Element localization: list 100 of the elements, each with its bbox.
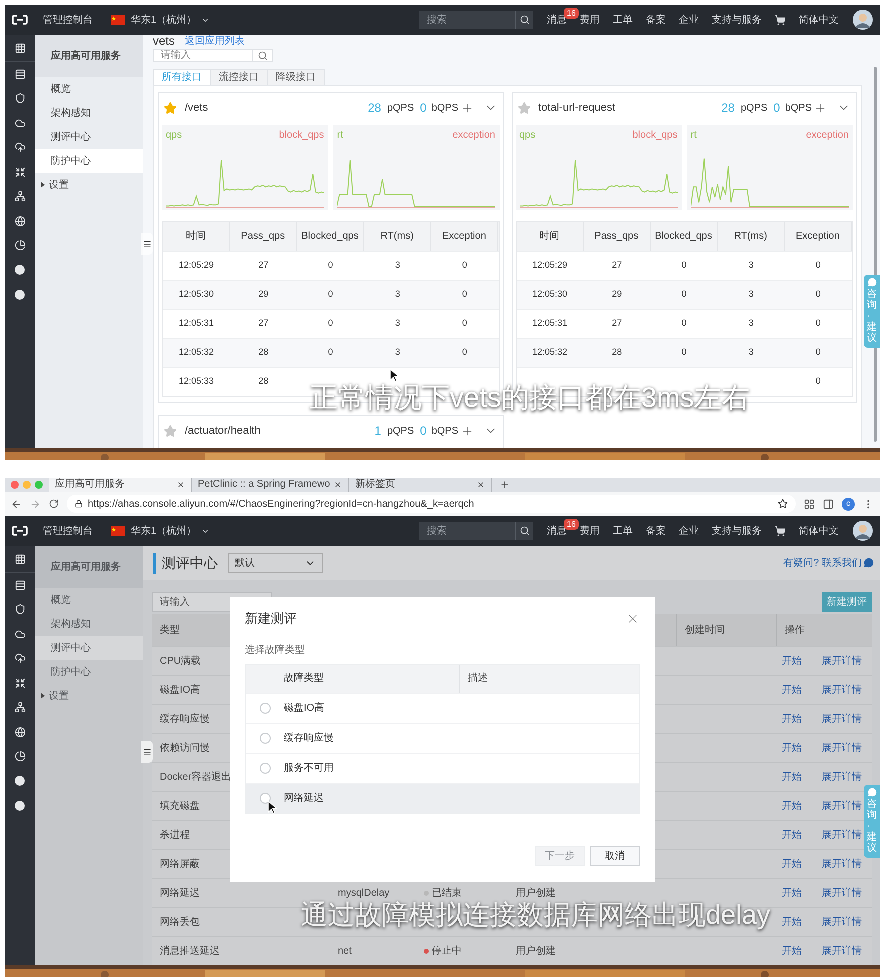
grid-icon[interactable] bbox=[14, 554, 26, 564]
plus-icon[interactable] bbox=[460, 102, 474, 114]
new-tab-icon[interactable] bbox=[500, 480, 510, 490]
action-link[interactable]: 开始 bbox=[782, 944, 802, 958]
action-link[interactable]: 展开详情 bbox=[822, 914, 862, 930]
search-button[interactable] bbox=[515, 522, 533, 540]
network-icon[interactable] bbox=[14, 702, 26, 714]
close-icon[interactable] bbox=[477, 481, 486, 489]
action-link[interactable]: 开始 bbox=[782, 740, 802, 756]
nav-link[interactable]: 费用 bbox=[580, 14, 600, 26]
action-link[interactable]: 开始 bbox=[782, 886, 802, 900]
nav-link[interactable]: 支持与服务 bbox=[712, 526, 762, 536]
console-link[interactable]: 管理控制台 bbox=[43, 12, 93, 28]
reload-icon[interactable] bbox=[49, 499, 59, 509]
nav-link[interactable]: 消息 bbox=[547, 526, 567, 536]
action-link[interactable]: 展开详情 bbox=[822, 770, 862, 784]
plus-icon[interactable] bbox=[460, 424, 474, 438]
nav-link[interactable]: 备案 bbox=[646, 526, 666, 536]
shield-icon[interactable] bbox=[14, 93, 26, 104]
star-icon[interactable] bbox=[164, 424, 177, 438]
sidebar-toggle[interactable] bbox=[141, 233, 153, 255]
nav-link[interactable]: 企业 bbox=[679, 14, 699, 26]
reader-icon[interactable] bbox=[823, 498, 834, 510]
cart-icon[interactable] bbox=[775, 14, 786, 26]
browser-tab[interactable]: 应用高可用服务 bbox=[49, 478, 192, 492]
cloud-icon[interactable] bbox=[14, 118, 26, 129]
action-link[interactable]: 开始 bbox=[782, 828, 802, 842]
extension-icon[interactable] bbox=[804, 498, 815, 510]
action-link[interactable]: 展开详情 bbox=[822, 740, 862, 756]
action-link[interactable]: 开始 bbox=[782, 712, 802, 726]
back-icon[interactable] bbox=[11, 498, 22, 510]
sidebar-item[interactable]: 测评中心 bbox=[35, 636, 143, 660]
search-field[interactable]: 请输入 bbox=[153, 49, 253, 62]
radio-button[interactable] bbox=[260, 732, 270, 744]
sidebar-toggle[interactable] bbox=[141, 741, 153, 763]
sidebar-item[interactable]: 防护中心 bbox=[35, 660, 143, 684]
nav-link[interactable]: 工单 bbox=[613, 526, 633, 536]
nav-link[interactable]: 工单 bbox=[613, 14, 633, 26]
nav-link[interactable]: 消息 bbox=[547, 14, 567, 26]
avatar-icon[interactable] bbox=[853, 521, 873, 541]
action-link[interactable]: 开始 bbox=[782, 682, 802, 698]
tab[interactable]: 流控接口 bbox=[210, 69, 268, 86]
close-icon[interactable] bbox=[177, 481, 185, 489]
region-selector[interactable]: 华东1（杭州） bbox=[131, 12, 210, 28]
language-link[interactable]: 简体中文 bbox=[799, 524, 839, 538]
action-link[interactable]: 展开详情 bbox=[822, 712, 862, 726]
network-icon[interactable] bbox=[14, 191, 26, 202]
pie-chart-icon[interactable] bbox=[14, 751, 26, 762]
action-link[interactable]: 展开详情 bbox=[822, 886, 862, 900]
option-row[interactable]: 网络延迟 bbox=[246, 782, 639, 812]
cloud-upload-icon[interactable] bbox=[14, 653, 26, 664]
action-link[interactable]: 展开详情 bbox=[822, 682, 862, 698]
star-icon[interactable] bbox=[164, 102, 177, 114]
shield-icon[interactable] bbox=[14, 604, 26, 616]
scope-select[interactable]: 默认 bbox=[228, 553, 323, 573]
bookmark-icon[interactable] bbox=[778, 499, 788, 509]
pie-chart-icon[interactable] bbox=[14, 240, 26, 252]
search-field[interactable]: 搜索 bbox=[419, 11, 515, 29]
shrink-icon[interactable] bbox=[14, 678, 26, 689]
plus-icon[interactable] bbox=[814, 102, 827, 114]
action-link[interactable]: 开始 bbox=[782, 856, 802, 872]
search-button[interactable] bbox=[515, 11, 533, 29]
language-link[interactable]: 简体中文 bbox=[799, 12, 839, 28]
globe-icon[interactable] bbox=[14, 726, 26, 738]
globe-icon[interactable] bbox=[14, 216, 26, 227]
action-link[interactable]: 开始 bbox=[782, 770, 802, 784]
radio-button[interactable] bbox=[260, 792, 270, 804]
action-link[interactable]: 展开详情 bbox=[822, 856, 862, 872]
cloud-upload-icon[interactable] bbox=[14, 142, 26, 154]
sidebar-item[interactable]: 概览 bbox=[35, 588, 143, 612]
region-selector[interactable]: 华东1（杭州） bbox=[131, 524, 210, 538]
profile-button[interactable]: c bbox=[842, 498, 855, 510]
dialog-button[interactable]: 取消 bbox=[590, 846, 640, 866]
help-link[interactable]: 有疑问? 联系我们 bbox=[784, 556, 862, 570]
avatar-icon[interactable] bbox=[853, 10, 873, 30]
chat-icon[interactable] bbox=[864, 558, 874, 568]
action-link[interactable]: 展开详情 bbox=[822, 798, 862, 814]
sidebar-item[interactable]: 架构感知 bbox=[35, 101, 143, 125]
sidebar-item[interactable]: 设置 bbox=[35, 684, 143, 708]
logo-icon[interactable] bbox=[12, 15, 28, 25]
close-icon[interactable] bbox=[334, 481, 342, 489]
nav-link[interactable]: 企业 bbox=[679, 526, 699, 536]
grid-icon[interactable] bbox=[14, 42, 26, 54]
back-link[interactable]: 返回应用列表 bbox=[185, 36, 246, 48]
tab[interactable]: 降级接口 bbox=[267, 69, 325, 86]
action-link[interactable]: 展开详情 bbox=[822, 828, 862, 842]
shrink-icon[interactable] bbox=[14, 166, 26, 178]
sidebar-item[interactable]: 防护中心 bbox=[35, 149, 143, 173]
sidebar-item[interactable]: 架构感知 bbox=[35, 612, 143, 636]
action-link[interactable]: 开始 bbox=[782, 914, 802, 930]
logo-icon[interactable] bbox=[12, 526, 28, 536]
cloud-icon[interactable] bbox=[14, 628, 26, 640]
radio-button[interactable] bbox=[260, 762, 270, 774]
sidebar-item[interactable]: 测评中心 bbox=[35, 125, 143, 149]
url-field[interactable]: https://ahas.console.aliyun.com/#/ChaosEnginering?regionId=cn-hangzhou&_k=aerqch bbox=[67, 495, 796, 513]
action-link[interactable]: 展开详情 bbox=[822, 654, 862, 668]
nav-link[interactable]: 备案 bbox=[646, 14, 666, 26]
nav-link[interactable]: 费用 bbox=[580, 526, 600, 536]
radio-button[interactable] bbox=[260, 702, 270, 714]
star-icon[interactable] bbox=[518, 102, 530, 114]
